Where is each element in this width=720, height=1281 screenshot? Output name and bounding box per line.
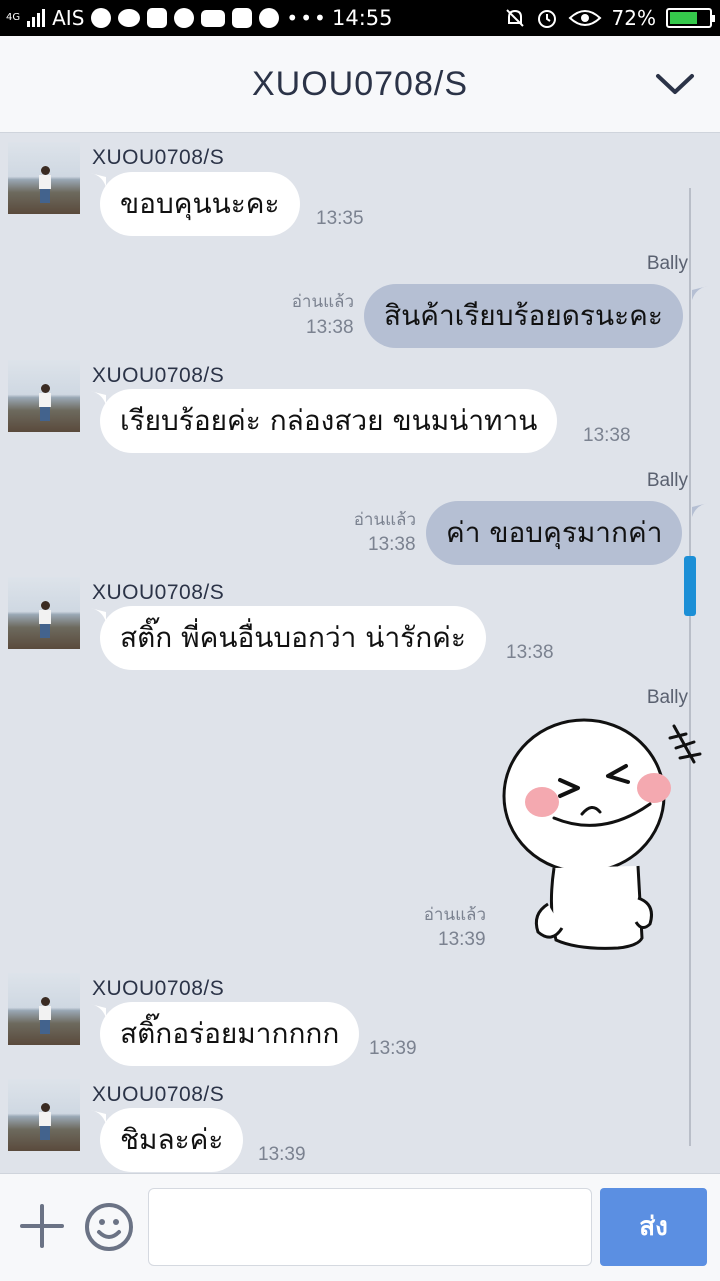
status-time: 14:55 [332, 6, 393, 30]
carrier-name: AIS [52, 6, 85, 30]
chat-title: XUOU0708/S [252, 65, 468, 103]
chrome-icon [91, 8, 112, 28]
network-type: 4G [6, 12, 21, 23]
message-time: 13:39 [438, 929, 486, 950]
twitter-icon [118, 9, 141, 27]
message-bubble[interactable]: ชิมละค่ะ [100, 1108, 244, 1172]
avatar[interactable] [8, 142, 80, 214]
my-name: Bally [646, 687, 688, 708]
message-time: 13:38 [506, 642, 554, 663]
emoji-icon[interactable] [84, 1202, 134, 1252]
message-bubble[interactable]: ค่า ขอบคุรมากค่า [426, 501, 683, 565]
sender-name: XUOU0708/S [92, 977, 225, 1000]
plus-icon[interactable] [20, 1204, 64, 1248]
laughing-face-sticker[interactable] [498, 718, 708, 958]
pinterest-icon [259, 8, 280, 28]
read-receipt: อ่านแล้ว [423, 905, 486, 925]
message-time: 13:38 [583, 425, 631, 446]
message-time: 13:38 [368, 534, 416, 555]
message-bubble[interactable]: เรียบร้อยค่ะ กล่องสวย ขนมน่าทาน [100, 389, 558, 453]
at-icon [232, 8, 253, 28]
sender-name: XUOU0708/S [92, 1083, 225, 1106]
bubble-tail [692, 286, 708, 300]
bubble-tail [90, 1004, 106, 1018]
battery-percent: 72% [611, 6, 656, 30]
avatar[interactable] [8, 577, 80, 649]
signal-icon [27, 9, 46, 27]
mute-icon [505, 9, 524, 27]
input-bar: ส่ง [0, 1173, 720, 1281]
message-bubble[interactable]: สินค้าเรียบร้อยดรนะคะ [364, 284, 683, 348]
message-input[interactable] [148, 1188, 592, 1266]
sender-name: XUOU0708/S [92, 364, 225, 387]
read-receipt: อ่านแล้ว [353, 510, 416, 530]
bubble-tail [90, 173, 106, 187]
message-bubble[interactable]: สติ๊กอร่อยมากกกก [100, 1002, 360, 1066]
line-icon [174, 8, 195, 28]
read-receipt: อ่านแล้ว [291, 292, 354, 312]
my-name: Bally [646, 253, 688, 274]
sender-name: XUOU0708/S [92, 146, 225, 169]
my-name: Bally [646, 470, 688, 491]
more-icon: ••• [286, 6, 328, 30]
eye-icon [568, 10, 602, 26]
message-time: 13:39 [258, 1144, 306, 1165]
send-button[interactable]: ส่ง [600, 1188, 707, 1266]
avatar[interactable] [8, 973, 80, 1045]
avatar[interactable] [8, 1079, 80, 1151]
instagram-icon [147, 8, 168, 28]
message-bubble[interactable]: สติ๊ก พี่คนอื่นบอกว่า น่ารักค่ะ [100, 606, 486, 670]
alarm-icon [537, 10, 556, 28]
status-bar: 4G AIS ••• 14:55 72% [0, 0, 720, 36]
sender-name: XUOU0708/S [92, 581, 225, 604]
chevron-down-icon[interactable] [650, 66, 700, 102]
bubble-tail [90, 608, 106, 622]
scrollbar-thumb[interactable] [684, 556, 696, 616]
message-time: 13:35 [316, 208, 364, 229]
message-time: 13:39 [369, 1038, 417, 1059]
youtube-icon [201, 9, 226, 27]
chat-header: XUOU0708/S [0, 36, 720, 133]
message-time: 13:38 [306, 317, 354, 338]
battery-icon [666, 8, 715, 28]
message-bubble[interactable]: ขอบคุนนะคะ [100, 172, 300, 236]
bubble-tail [692, 503, 708, 517]
chat-area[interactable]: XUOU0708/S ขอบคุนนะคะ 13:35 Bally อ่านแล… [0, 133, 720, 1173]
scroll-track [689, 188, 691, 1146]
avatar[interactable] [8, 360, 80, 432]
bubble-tail [90, 1110, 106, 1124]
bubble-tail [90, 391, 106, 405]
